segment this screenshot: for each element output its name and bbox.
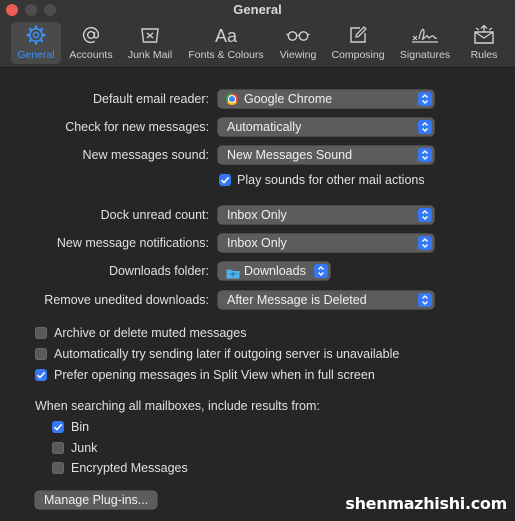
popup-arrows-icon	[418, 120, 432, 134]
split-view-label: Prefer opening messages in Split View wh…	[54, 368, 375, 382]
tab-accounts-label: Accounts	[69, 49, 113, 61]
junk-tray-icon	[122, 24, 178, 48]
check-messages-label: Check for new messages:	[65, 120, 209, 134]
play-sounds-checkbox[interactable]	[219, 174, 231, 186]
search-junk-label: Junk	[71, 441, 98, 455]
messages-sound-value: New Messages Sound	[227, 148, 353, 162]
dock-unread-value: Inbox Only	[227, 208, 287, 222]
tab-rules-label: Rules	[470, 49, 498, 61]
messages-sound-popup[interactable]: New Messages Sound	[218, 146, 434, 164]
tab-junk-mail[interactable]: Junk Mail	[122, 22, 178, 64]
archive-muted-checkbox[interactable]	[35, 327, 47, 339]
search-junk-checkbox[interactable]	[52, 442, 64, 454]
tab-accounts[interactable]: Accounts	[65, 22, 117, 64]
watermark: shenmazhishi.com	[345, 494, 507, 513]
window-title: General	[233, 2, 282, 17]
gear-icon	[11, 24, 61, 48]
downloads-folder-value: Downloads	[244, 264, 306, 278]
search-bin-label: Bin	[71, 420, 90, 434]
tab-general-label: General	[17, 49, 55, 61]
popup-arrows-icon	[418, 148, 432, 162]
remove-downloads-label: Remove unedited downloads:	[44, 293, 209, 307]
dock-unread-label: Dock unread count:	[100, 208, 209, 222]
compose-icon	[327, 24, 389, 48]
popup-arrows-icon	[418, 208, 432, 222]
tab-composing[interactable]: Composing	[327, 22, 389, 64]
tab-signatures-label: Signatures	[399, 49, 451, 61]
tab-junk-mail-label: Junk Mail	[127, 49, 173, 61]
downloads-folder-label: Downloads folder:	[108, 264, 209, 278]
rules-envelope-icon	[464, 24, 504, 48]
default-email-reader-popup[interactable]: Google Chrome	[218, 90, 434, 108]
archive-muted-label: Archive or delete muted messages	[54, 326, 247, 340]
play-sounds-label: Play sounds for other mail actions	[237, 173, 425, 187]
dock-unread-popup[interactable]: Inbox Only	[218, 206, 434, 224]
manage-plugins-button[interactable]: Manage Plug-ins...	[35, 491, 158, 509]
chrome-icon	[226, 93, 238, 105]
mail-preferences-window: General General Accounts Junk Mail Aa Fo…	[0, 0, 515, 521]
at-sign-icon	[65, 24, 117, 48]
popup-arrows-icon	[314, 264, 328, 278]
search-heading: When searching all mailboxes, include re…	[35, 399, 320, 413]
folder-icon	[226, 266, 240, 284]
notifications-popup[interactable]: Inbox Only	[218, 234, 434, 252]
tab-fonts-colours-label: Fonts & Colours	[188, 49, 264, 61]
tab-fonts-colours[interactable]: Aa Fonts & Colours	[183, 22, 269, 64]
check-messages-popup[interactable]: Automatically	[218, 118, 434, 136]
check-messages-value: Automatically	[227, 120, 302, 134]
popup-arrows-icon	[418, 236, 432, 250]
tab-composing-label: Composing	[331, 49, 385, 61]
search-encrypted-checkbox[interactable]	[52, 462, 64, 474]
tab-viewing-label: Viewing	[279, 49, 317, 61]
notifications-value: Inbox Only	[227, 236, 287, 250]
send-later-label: Automatically try sending later if outgo…	[54, 347, 400, 361]
default-email-reader-value: Google Chrome	[244, 92, 333, 106]
default-email-reader-label: Default email reader:	[92, 92, 209, 106]
messages-sound-label: New messages sound:	[82, 148, 209, 162]
remove-downloads-popup[interactable]: After Message is Deleted	[218, 291, 434, 309]
fonts-icon: Aa	[214, 26, 238, 46]
send-later-checkbox[interactable]	[35, 348, 47, 360]
popup-arrows-icon	[418, 92, 432, 106]
toolbar: General General Accounts Junk Mail Aa Fo…	[0, 0, 515, 68]
tab-signatures[interactable]: Signatures	[394, 22, 456, 64]
tab-rules[interactable]: Rules	[464, 22, 504, 64]
popup-arrows-icon	[418, 293, 432, 307]
remove-downloads-value: After Message is Deleted	[227, 293, 367, 307]
tab-viewing[interactable]: Viewing	[273, 22, 323, 64]
search-encrypted-label: Encrypted Messages	[71, 461, 188, 475]
glasses-icon	[273, 24, 323, 48]
search-bin-checkbox[interactable]	[52, 421, 64, 433]
notifications-label: New message notifications:	[56, 236, 209, 250]
downloads-folder-popup[interactable]: Downloads	[218, 262, 330, 280]
signature-icon	[394, 24, 456, 48]
tab-general[interactable]: General	[11, 22, 61, 64]
split-view-checkbox[interactable]	[35, 369, 47, 381]
